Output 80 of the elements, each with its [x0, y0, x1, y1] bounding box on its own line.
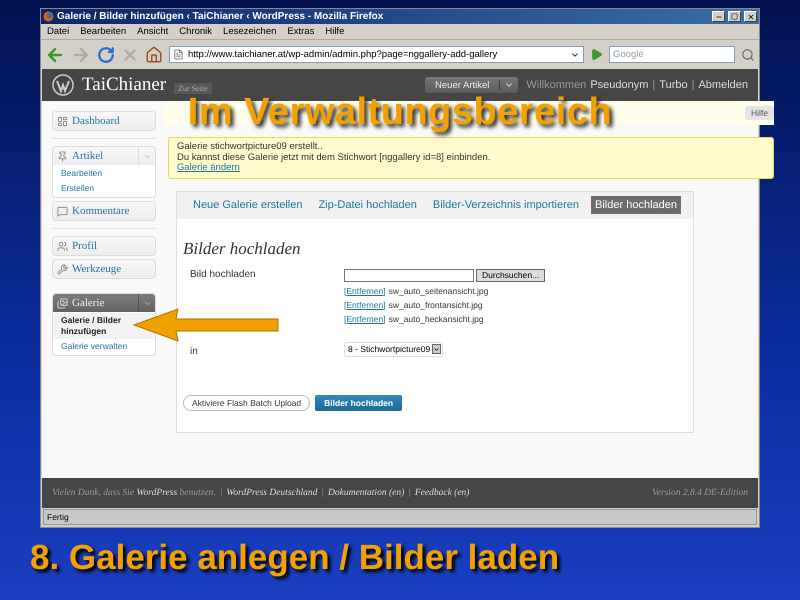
field-label: Bild hochladen: [190, 268, 257, 282]
tab[interactable]: Bilder-Verzeichnis importieren: [428, 196, 584, 214]
browse-button[interactable]: Durchsuchen...: [476, 268, 546, 282]
help-button[interactable]: Hilfe: [744, 106, 774, 120]
sidebar-menu-item[interactable]: Dashboard: [53, 112, 155, 130]
header-link[interactable]: Abmelden: [698, 79, 748, 91]
footer-link[interactable]: WordPress: [136, 488, 178, 498]
slide-caption: 8. Galerie anlegen / Bilder laden: [30, 538, 560, 578]
maximize-button[interactable]: [728, 11, 741, 22]
menu-item[interactable]: Ansicht: [137, 26, 168, 37]
greeting-text: Willkommen: [526, 79, 586, 91]
sidebar-menu-item[interactable]: Kommentare: [53, 202, 155, 220]
remove-link[interactable]: [Entfernen]: [344, 286, 386, 296]
menu-item[interactable]: Datei: [47, 26, 70, 37]
flash-upload-button[interactable]: Aktiviere Flash Batch Upload: [183, 394, 310, 410]
menu-icon: [57, 240, 68, 252]
separator-text: |: [692, 79, 694, 91]
file-input[interactable]: [344, 268, 474, 282]
gallery-select[interactable]: 8 - Stichwortpicture09: [344, 342, 444, 356]
caret-icon: [432, 344, 442, 354]
menu-item[interactable]: Bearbeiten: [80, 26, 126, 37]
logo-icon: [52, 74, 74, 96]
minimize-button[interactable]: [712, 11, 725, 22]
footer-link[interactable]: WordPress Deutschland: [226, 488, 318, 498]
file-name: sw_auto_frontansicht.jpg: [388, 300, 483, 310]
pointer-arrow-icon: [132, 308, 280, 342]
header-link[interactable]: Turbo: [659, 79, 688, 91]
menu-icon: [57, 264, 68, 274]
tab[interactable]: Bilder hochladen: [591, 196, 681, 214]
menu-icon: [57, 206, 68, 216]
separator-text: |: [408, 488, 411, 498]
sidebar-menu-item[interactable]: Artikel: [53, 147, 155, 165]
address-field[interactable]: http://www.taichianer.at/wp-admin/admin.php?page=nggallery-add-gallery: [169, 46, 584, 63]
window-title: Galerie / Bilder hinzufügen ‹ TaiChianer ‹ WordPress - Mozilla Firefox: [57, 11, 384, 22]
tab[interactable]: Neue Galerie erstellen: [189, 196, 306, 214]
separator-text: |: [220, 488, 222, 498]
menu-icon: [57, 298, 68, 308]
overlay-title: Im Verwaltungsbereich: [188, 93, 612, 131]
menu-item[interactable]: Lesezeichen: [223, 26, 276, 37]
visit-site-button[interactable]: Zur Seite: [174, 82, 212, 94]
field-label: in: [190, 346, 199, 356]
edit-gallery-link[interactable]: Galerie ändern: [177, 162, 240, 173]
menu-item[interactable]: Extras: [287, 26, 314, 37]
status-bar: Fertig: [43, 509, 757, 525]
menu-item[interactable]: Hilfe: [325, 26, 344, 37]
user-link[interactable]: Pseudonym: [590, 79, 648, 91]
close-button[interactable]: [744, 11, 757, 22]
maximize-icon: [731, 13, 738, 20]
go-icon[interactable]: [590, 48, 603, 61]
menu-icon: [57, 150, 68, 162]
sidebar-menu-item[interactable]: Galerie: [53, 294, 155, 312]
footer-text: Vielen Dank, dass Sie WordPress benutzen.: [52, 488, 216, 498]
notice-text: Du kannst diese Galerie jetzt mit dem Stichwort [nggallery id=8] einbinden.: [177, 152, 492, 163]
home-icon[interactable]: [145, 46, 163, 64]
new-post-button[interactable]: Neuer Artikel: [425, 77, 518, 93]
file-name: sw_auto_seitenansicht.jpg: [388, 286, 488, 296]
page-icon: [173, 49, 184, 60]
version-text: Version 2.8.4 DE-Edition: [652, 488, 748, 498]
reload-icon[interactable]: [97, 46, 115, 64]
close-icon: [746, 12, 754, 20]
site-title: TaiChianer: [82, 74, 166, 96]
footer-link[interactable]: Dokumentation (en): [328, 488, 404, 498]
remove-link[interactable]: [Entfernen]: [344, 314, 386, 324]
page-heading: Bilder hochladen: [183, 238, 302, 258]
search-icon[interactable]: [741, 48, 755, 62]
search-field[interactable]: Google: [609, 46, 735, 63]
submenu-item[interactable]: Galerie / Bilder hinzufügen: [53, 313, 155, 339]
browser-logo-icon: [43, 11, 54, 22]
separator-text: |: [652, 79, 656, 91]
file-name: sw_auto_heckansicht.jpg: [388, 314, 484, 324]
notice-text: Galerie stichwortpicture09 erstellt..: [177, 142, 324, 152]
menu-icon: [57, 116, 68, 126]
separator-text: |: [321, 488, 324, 498]
upload-button[interactable]: Bilder hochladen: [315, 394, 402, 410]
sidebar-menu-item[interactable]: Profil: [53, 237, 155, 255]
menu-item[interactable]: Chronik: [179, 26, 212, 37]
remove-link[interactable]: [Entfernen]: [344, 300, 386, 310]
footer-link[interactable]: Feedback (en): [414, 488, 470, 498]
sidebar-menu-item[interactable]: Werkzeuge: [53, 260, 155, 278]
tab[interactable]: Zip-Datei hochladen: [314, 196, 421, 214]
